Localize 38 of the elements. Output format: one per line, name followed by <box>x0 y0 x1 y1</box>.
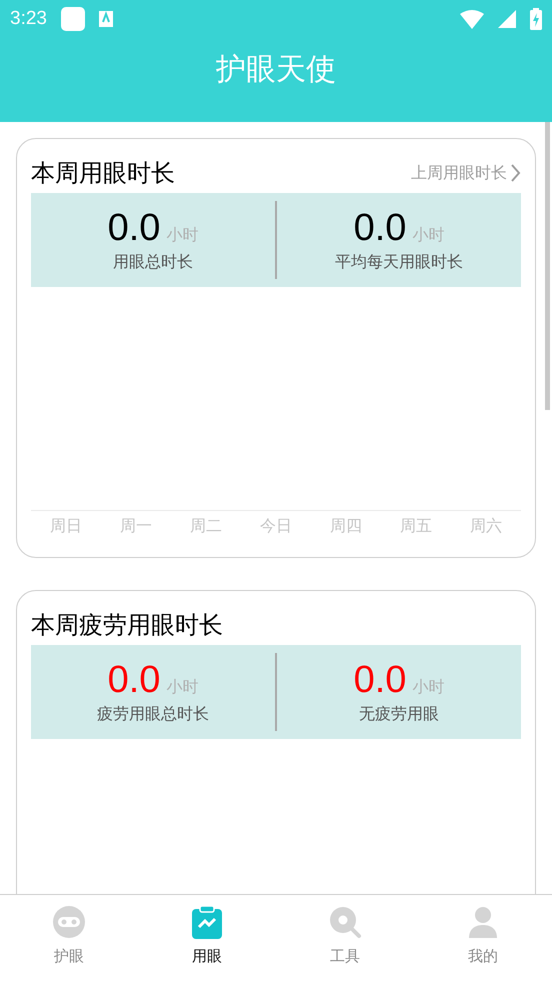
stat-value: 0.0 <box>108 659 160 702</box>
person-icon <box>466 905 500 939</box>
stat-value: 0.0 <box>354 659 406 702</box>
search-icon <box>328 905 362 939</box>
weekday-label: 周日 <box>49 516 83 536</box>
weekday-label: 周五 <box>399 516 433 536</box>
stat-label: 平均每天用眼时长 <box>335 252 463 273</box>
chart-clipboard-icon <box>191 905 223 939</box>
status-time: 3:23 <box>10 8 47 30</box>
unit-label: 小时 <box>412 677 444 698</box>
unit-label: 小时 <box>412 225 444 246</box>
keyboard-notification-icon <box>98 11 113 27</box>
stat-label: 用眼总时长 <box>113 252 193 273</box>
stat-value: 0.0 <box>354 207 406 250</box>
app-notification-icon <box>60 7 85 31</box>
nav-tab[interactable]: 工具 <box>276 895 414 983</box>
weekday-label: 周六 <box>469 516 503 536</box>
battery-icon <box>530 8 542 30</box>
weekday-label: 周二 <box>189 516 223 536</box>
card-title: 本周疲劳用眼时长 <box>31 610 223 641</box>
signal-icon <box>498 10 516 28</box>
chevron-right-icon <box>511 164 521 182</box>
screen-title: 护眼天使 <box>216 50 336 88</box>
nav-tab[interactable]: 我的 <box>414 895 552 983</box>
mask-icon <box>52 905 86 939</box>
nav-tab[interactable]: 用眼 <box>138 895 276 983</box>
weekday-label: 周一 <box>119 516 153 536</box>
wifi-icon <box>460 10 484 28</box>
unit-label: 小时 <box>166 225 198 246</box>
card-title: 本周用眼时长 <box>31 158 175 189</box>
weekday-label: 周四 <box>329 516 363 536</box>
unit-label: 小时 <box>166 677 198 698</box>
nav-tab[interactable]: 护眼 <box>0 895 138 983</box>
stat-label: 无疲劳用眼 <box>359 704 439 725</box>
stat-label: 疲劳用眼总时长 <box>97 704 209 725</box>
weekday-label: 今日 <box>259 516 293 536</box>
stat-value: 0.0 <box>108 207 160 250</box>
last-week-link[interactable]: 上周用眼时长 <box>411 162 521 184</box>
